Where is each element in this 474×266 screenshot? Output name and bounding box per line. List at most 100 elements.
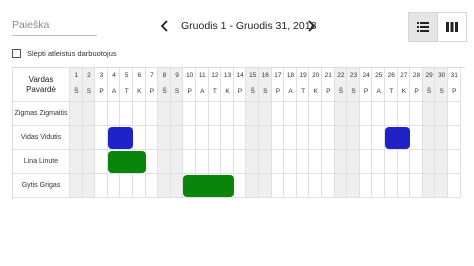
schedule-cell[interactable] (322, 126, 335, 150)
schedule-cell[interactable] (309, 102, 322, 126)
schedule-cell[interactable] (347, 174, 360, 198)
schedule-cell[interactable] (385, 150, 398, 174)
schedule-cell[interactable] (133, 174, 146, 198)
schedule-cell[interactable] (372, 150, 385, 174)
schedule-cell[interactable] (70, 150, 83, 174)
schedule-cell[interactable] (334, 126, 348, 150)
schedule-cell[interactable] (435, 150, 448, 174)
schedule-cell[interactable] (296, 174, 310, 198)
schedule-cell[interactable] (82, 102, 96, 126)
schedule-cell[interactable] (95, 102, 108, 126)
schedule-cell[interactable] (70, 126, 83, 150)
schedule-cell[interactable] (259, 150, 272, 174)
schedule-cell[interactable] (233, 174, 247, 198)
absence-bar[interactable] (107, 127, 133, 149)
schedule-cell[interactable] (120, 174, 133, 198)
schedule-cell[interactable] (334, 174, 348, 198)
schedule-cell[interactable] (145, 174, 159, 198)
schedule-cell[interactable] (259, 102, 272, 126)
list-view-button[interactable] (408, 12, 438, 42)
schedule-cell[interactable] (208, 150, 222, 174)
schedule-cell[interactable] (233, 150, 247, 174)
schedule-cell[interactable] (95, 174, 108, 198)
schedule-cell[interactable] (410, 174, 423, 198)
schedule-cell[interactable] (410, 150, 423, 174)
hide-fired-checkbox[interactable] (12, 48, 21, 58)
schedule-cell[interactable] (221, 102, 234, 126)
schedule-cell[interactable] (435, 174, 448, 198)
schedule-cell[interactable] (70, 174, 83, 198)
schedule-cell[interactable] (347, 126, 360, 150)
schedule-cell[interactable] (107, 102, 121, 126)
schedule-cell[interactable] (385, 174, 398, 198)
schedule-cell[interactable] (435, 102, 448, 126)
schedule-cell[interactable] (397, 102, 411, 126)
schedule-cell[interactable] (246, 102, 259, 126)
schedule-cell[interactable] (133, 102, 146, 126)
schedule-cell[interactable] (120, 102, 133, 126)
schedule-cell[interactable] (158, 102, 171, 126)
schedule-cell[interactable] (183, 150, 196, 174)
hide-fired-option[interactable]: Slėpti atleistus darbuotojus (12, 48, 117, 58)
columns-view-button[interactable] (437, 12, 467, 42)
absence-bar[interactable] (183, 175, 234, 197)
schedule-cell[interactable] (309, 174, 322, 198)
schedule-cell[interactable] (284, 126, 297, 150)
schedule-cell[interactable] (334, 150, 348, 174)
schedule-cell[interactable] (196, 126, 209, 150)
schedule-cell[interactable] (82, 126, 96, 150)
schedule-cell[interactable] (133, 126, 146, 150)
schedule-cell[interactable] (233, 102, 247, 126)
schedule-cell[interactable] (170, 126, 184, 150)
schedule-cell[interactable] (284, 174, 297, 198)
schedule-cell[interactable] (322, 150, 335, 174)
schedule-cell[interactable] (82, 174, 96, 198)
schedule-cell[interactable] (372, 174, 385, 198)
schedule-cell[interactable] (410, 102, 423, 126)
schedule-cell[interactable] (259, 126, 272, 150)
schedule-cell[interactable] (70, 102, 83, 126)
schedule-cell[interactable] (422, 126, 436, 150)
schedule-cell[interactable] (170, 150, 184, 174)
absence-bar[interactable] (385, 127, 411, 149)
schedule-cell[interactable] (385, 102, 398, 126)
schedule-cell[interactable] (422, 150, 436, 174)
schedule-cell[interactable] (296, 126, 310, 150)
schedule-cell[interactable] (246, 174, 259, 198)
schedule-cell[interactable] (259, 174, 272, 198)
schedule-cell[interactable] (271, 174, 285, 198)
schedule-cell[interactable] (145, 150, 159, 174)
schedule-cell[interactable] (309, 150, 322, 174)
schedule-cell[interactable] (359, 174, 373, 198)
chevron-right-icon[interactable] (304, 18, 318, 34)
schedule-cell[interactable] (170, 174, 184, 198)
schedule-cell[interactable] (82, 150, 96, 174)
schedule-cell[interactable] (271, 150, 285, 174)
schedule-cell[interactable] (95, 126, 108, 150)
schedule-cell[interactable] (246, 126, 259, 150)
schedule-cell[interactable] (296, 150, 310, 174)
schedule-cell[interactable] (296, 102, 310, 126)
schedule-cell[interactable] (196, 102, 209, 126)
schedule-cell[interactable] (196, 150, 209, 174)
schedule-cell[interactable] (448, 102, 461, 126)
schedule-cell[interactable] (208, 126, 222, 150)
schedule-cell[interactable] (397, 174, 411, 198)
schedule-cell[interactable] (435, 126, 448, 150)
schedule-cell[interactable] (410, 126, 423, 150)
schedule-cell[interactable] (359, 126, 373, 150)
schedule-cell[interactable] (347, 150, 360, 174)
schedule-cell[interactable] (422, 174, 436, 198)
schedule-cell[interactable] (284, 150, 297, 174)
schedule-cell[interactable] (347, 102, 360, 126)
schedule-cell[interactable] (422, 102, 436, 126)
chevron-left-icon[interactable] (158, 18, 172, 34)
schedule-cell[interactable] (183, 102, 196, 126)
schedule-cell[interactable] (359, 102, 373, 126)
schedule-cell[interactable] (397, 150, 411, 174)
schedule-cell[interactable] (448, 150, 461, 174)
absence-bar[interactable] (107, 151, 146, 173)
schedule-cell[interactable] (95, 150, 108, 174)
schedule-cell[interactable] (107, 174, 121, 198)
schedule-cell[interactable] (322, 102, 335, 126)
